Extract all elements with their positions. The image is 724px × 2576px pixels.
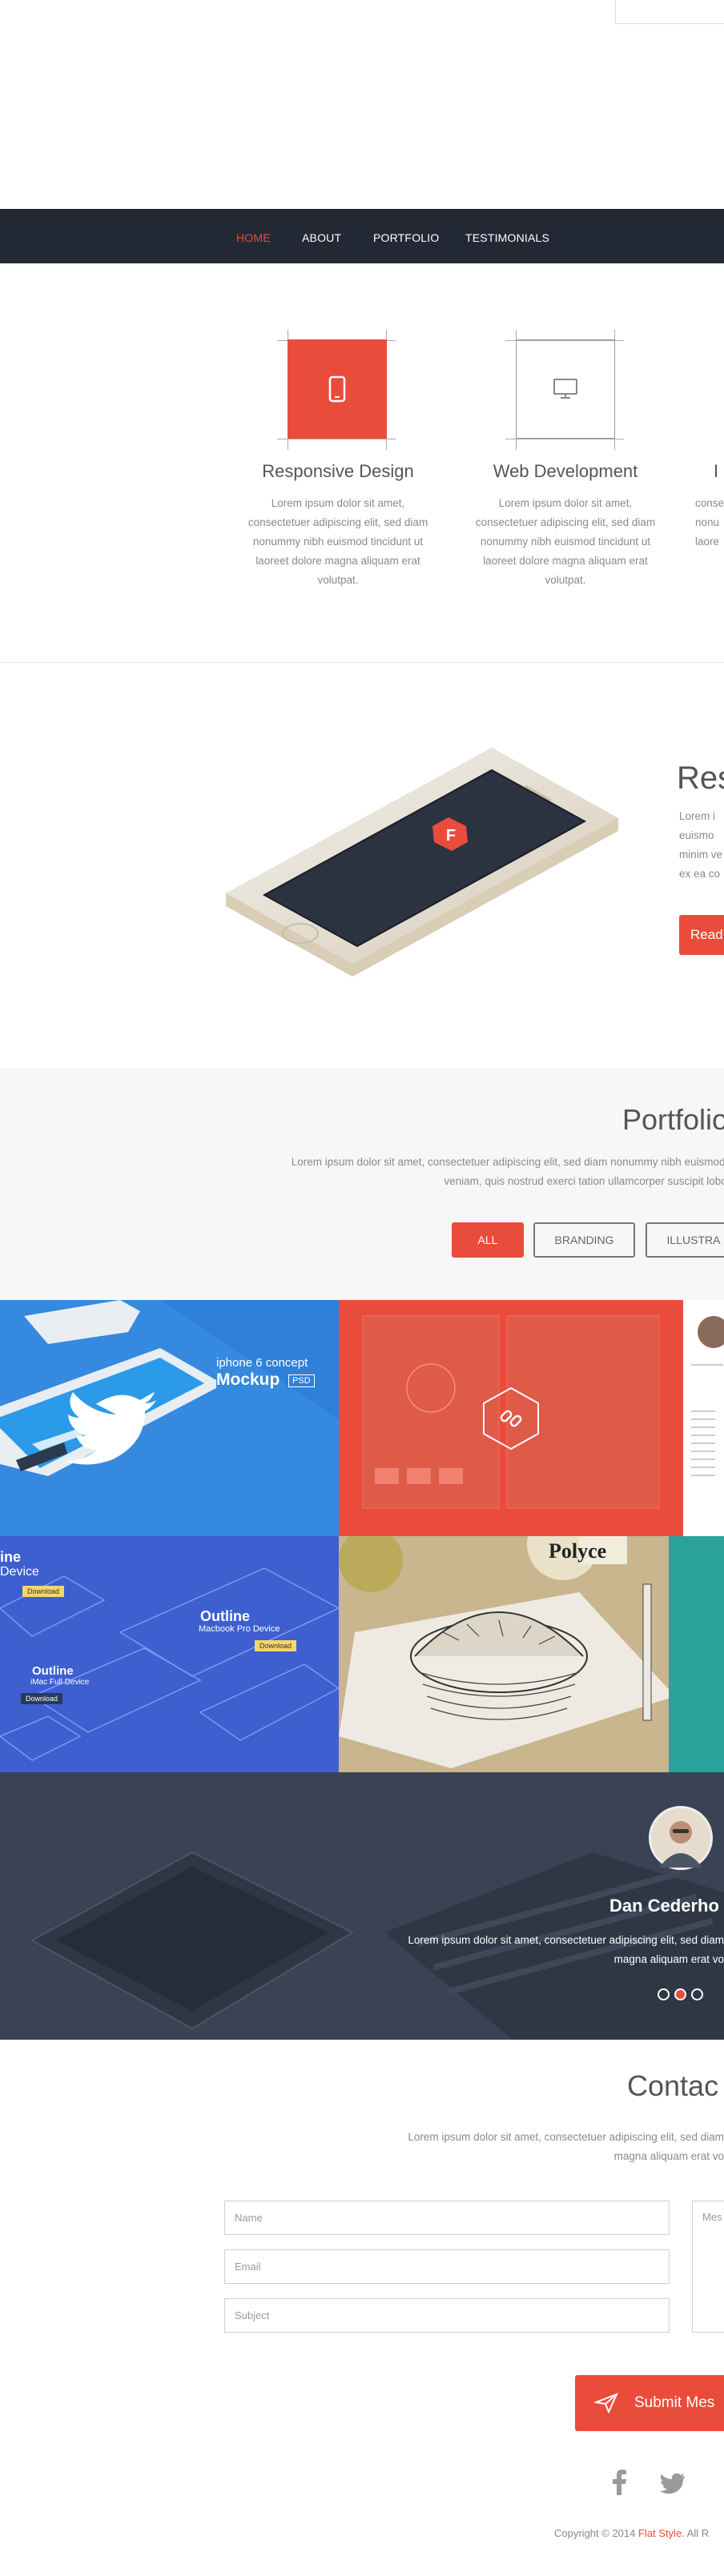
- slider-dot[interactable]: [691, 1988, 703, 2000]
- text-lines: [691, 1404, 715, 1476]
- phone-icon: [328, 375, 346, 403]
- subject-field[interactable]: [224, 2298, 670, 2333]
- twitter-icon[interactable]: [660, 2474, 686, 2494]
- portfolio-item[interactable]: [683, 1536, 724, 1772]
- message-field[interactable]: [692, 2201, 724, 2333]
- service-description: conse nonu laore: [695, 497, 724, 548]
- contact-text: Lorem ipsum dolor sit amet, consectetuer…: [408, 2131, 724, 2162]
- portfolio-text: Lorem ipsum dolor sit amet, consectetuer…: [291, 1156, 724, 1187]
- blueprint-devices-illustration: [0, 1567, 339, 1761]
- download-button: Download: [21, 1693, 63, 1704]
- portfolio-heading: Portfolio: [622, 1103, 724, 1136]
- section-divider: [0, 662, 724, 663]
- filter-branding[interactable]: BRANDING: [533, 1222, 635, 1258]
- portfolio-item[interactable]: Polyce: [339, 1536, 683, 1772]
- responsive-design-icon-box: [288, 339, 387, 439]
- portfolio-item[interactable]: ine Device Download Outline Macbook Pro …: [0, 1536, 339, 1772]
- text-line: [691, 1364, 723, 1366]
- portfolio-item[interactable]: iphone 6 concept Mockup PSD: [0, 1300, 339, 1536]
- header-search-box[interactable]: [615, 0, 724, 24]
- outline-title: Outline: [200, 1608, 250, 1624]
- burger-sketch-illustration: [339, 1536, 683, 1772]
- link-icon: [483, 1386, 539, 1451]
- nav-home[interactable]: HOME: [236, 231, 271, 244]
- service-title: I: [714, 461, 719, 481]
- profile-avatar: [698, 1316, 724, 1348]
- about-text: Lorem i euismo minim ve ex ea co: [679, 810, 723, 880]
- read-more-button[interactable]: Read: [679, 915, 724, 955]
- nav-testimonials[interactable]: TESTIMONIALS: [465, 231, 549, 244]
- web-development-icon-box: [516, 339, 615, 439]
- avatar: [649, 1806, 713, 1870]
- slider-dot-active[interactable]: [674, 1988, 686, 2000]
- main-navigation: [0, 209, 724, 263]
- outline-title: Outline: [32, 1664, 74, 1678]
- download-button: Download: [255, 1640, 297, 1651]
- name-field[interactable]: [224, 2201, 670, 2235]
- portfolio-item[interactable]: [683, 1300, 724, 1536]
- outline-subtitle: Macbook Pro Device: [199, 1624, 280, 1634]
- paper-plane-icon: [594, 2393, 618, 2413]
- portfolio-item-hover[interactable]: [339, 1300, 683, 1536]
- email-field[interactable]: [224, 2249, 670, 2284]
- monitor-icon: [553, 379, 577, 399]
- nav-portfolio[interactable]: PORTFOLIO: [373, 231, 439, 244]
- polycerone-label: Polyce: [549, 1539, 607, 1563]
- iphone-illustration: F: [226, 748, 618, 977]
- contact-heading: Contac: [627, 2069, 719, 2102]
- iphone-mockup-illustration: [0, 1300, 339, 1536]
- filter-illustration[interactable]: ILLUSTRA: [646, 1222, 724, 1258]
- download-button: Download: [22, 1586, 65, 1597]
- mockup-title: Mockup: [216, 1370, 280, 1389]
- nav-about[interactable]: ABOUT: [302, 231, 341, 244]
- slider-dot[interactable]: [658, 1988, 670, 2000]
- service-title: Responsive Design: [262, 461, 414, 481]
- filter-all[interactable]: ALL: [452, 1222, 524, 1258]
- submit-label: Submit Mes: [634, 2394, 715, 2411]
- outline-subtitle: iMac Full Device: [30, 1678, 90, 1687]
- service-title: Web Development: [493, 461, 638, 481]
- about-heading: Res: [677, 760, 724, 796]
- facebook-icon[interactable]: [612, 2470, 626, 2495]
- submit-message-button[interactable]: Submit Mes: [575, 2375, 724, 2431]
- outline-label: Device: [0, 1565, 39, 1579]
- service-description: Lorem ipsum dolor sit amet, consectetuer …: [475, 497, 656, 586]
- service-description: Lorem ipsum dolor sit amet, consectetuer …: [247, 497, 428, 586]
- outline-label: ine: [0, 1549, 22, 1565]
- brand-link[interactable]: Flat Style: [638, 2527, 682, 2539]
- testimonial-quote: Lorem ipsum dolor sit amet, consectetuer…: [408, 1934, 724, 1965]
- psd-badge: PSD: [288, 1374, 315, 1387]
- app-logo: F: [446, 827, 456, 845]
- testimonial-author: Dan Cederho: [609, 1896, 719, 1916]
- mockup-subtitle: iphone 6 concept: [216, 1356, 308, 1370]
- copyright: Copyright © 2014 Flat Style. All R: [554, 2527, 710, 2539]
